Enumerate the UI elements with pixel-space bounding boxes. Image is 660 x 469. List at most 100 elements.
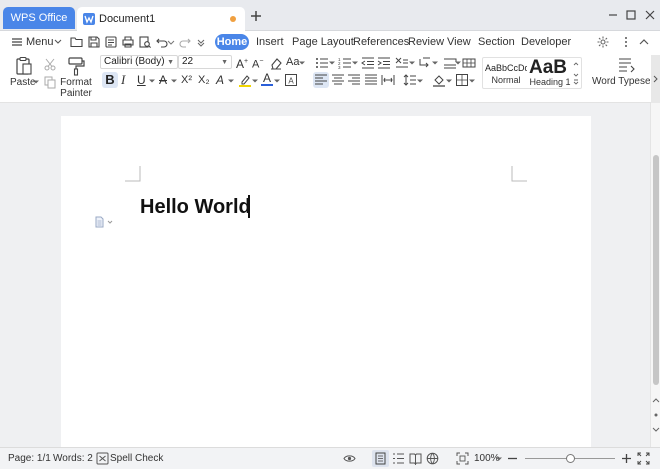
underline-button[interactable]: U (137, 73, 146, 87)
chevron-down-icon[interactable] (417, 78, 423, 84)
paste-clipboard-icon[interactable] (14, 56, 34, 76)
page-count[interactable]: Page: 1/1 (8, 453, 51, 465)
spell-check-icon[interactable] (96, 452, 109, 465)
zoom-slider[interactable] (525, 454, 615, 463)
document-page[interactable]: Hello World (61, 116, 591, 447)
select-browse-object-icon[interactable] (652, 411, 660, 419)
shading-bucket-icon[interactable] (432, 73, 446, 87)
minimize-icon[interactable] (606, 8, 620, 22)
close-icon[interactable] (643, 8, 657, 22)
maximize-icon[interactable] (624, 8, 638, 22)
chevron-down-icon[interactable] (446, 78, 452, 84)
decrease-indent-icon[interactable] (361, 56, 375, 70)
tab-home[interactable]: Home (215, 34, 249, 50)
bold-button[interactable]: B (102, 72, 118, 88)
align-left-button[interactable] (313, 72, 329, 88)
clear-formatting-eraser-icon[interactable] (269, 56, 283, 70)
chevron-down-icon[interactable] (228, 78, 234, 84)
distributed-align-icon[interactable] (381, 73, 395, 87)
chevron-down-icon[interactable] (329, 60, 335, 66)
collapse-ribbon-icon[interactable] (637, 35, 651, 49)
font-size-select[interactable]: 22 ▼ (178, 55, 232, 69)
tab-page-layout[interactable]: Page Layout (292, 35, 354, 49)
paste-dropdown-icon[interactable] (33, 79, 39, 85)
word-count[interactable]: Words: 2 (53, 453, 93, 465)
fit-page-icon[interactable] (456, 452, 469, 465)
decrease-font-size-button[interactable]: A− (252, 55, 263, 72)
align-center-icon[interactable] (331, 73, 345, 87)
zoom-out-minus-icon[interactable] (506, 452, 519, 465)
chevron-down-icon[interactable] (149, 78, 155, 84)
chevron-down-icon[interactable] (299, 60, 305, 66)
export-pdf-icon[interactable] (104, 35, 118, 49)
word-typesetting-button[interactable]: Word Typesetting (592, 76, 650, 88)
tab-view[interactable]: View (447, 35, 471, 49)
tab-section[interactable]: Section (478, 35, 515, 49)
paste-button[interactable]: Paste (10, 77, 36, 88)
table-tools-icon[interactable] (462, 56, 476, 70)
numbered-list-icon[interactable]: 123 (338, 56, 352, 70)
chinese-layout-icon[interactable] (395, 56, 409, 70)
change-case-button[interactable]: Aa (286, 55, 299, 69)
superscript-button[interactable]: X² (181, 73, 192, 87)
text-effect-button[interactable]: A (216, 73, 224, 87)
italic-button[interactable]: I (121, 73, 125, 87)
wps-office-tab[interactable]: WPS Office (3, 7, 75, 29)
open-folder-icon[interactable] (70, 35, 84, 49)
tab-developer[interactable]: Developer (521, 35, 571, 49)
scrollbar-thumb[interactable] (653, 155, 659, 385)
chevron-down-icon[interactable] (171, 78, 177, 84)
font-color-button[interactable]: A (263, 71, 271, 85)
chevron-down-icon[interactable] (51, 35, 65, 49)
previous-page-icon[interactable] (652, 397, 660, 405)
reading-view-icon[interactable] (409, 452, 422, 465)
chevron-down-icon[interactable] (432, 60, 438, 66)
strikethrough-button[interactable]: A (159, 73, 167, 87)
character-border-icon[interactable]: A (284, 73, 298, 87)
tab-references[interactable]: References (353, 35, 409, 49)
chevron-down-icon[interactable] (274, 78, 280, 84)
more-options-icon[interactable] (619, 35, 633, 49)
eye-protection-icon[interactable] (343, 452, 356, 465)
new-tab-plus-icon[interactable] (249, 9, 263, 23)
redo-icon[interactable] (178, 35, 192, 49)
tab-review[interactable]: Review (408, 35, 444, 49)
text-direction-icon[interactable] (418, 56, 432, 70)
chevron-down-icon[interactable] (252, 78, 258, 84)
outline-view-icon[interactable] (392, 452, 405, 465)
zoom-slider-thumb[interactable] (565, 454, 575, 463)
chevron-down-icon[interactable] (409, 60, 415, 66)
format-painter-icon[interactable] (66, 56, 86, 76)
highlight-pen-icon[interactable] (238, 73, 252, 87)
format-painter-label-2[interactable]: Painter (60, 88, 92, 99)
font-name-select[interactable]: Calibri (Body) ▼ (100, 55, 178, 69)
styles-scroll-arrows-icon[interactable] (572, 59, 580, 87)
line-spacing-icon[interactable] (403, 73, 417, 87)
bullet-list-icon[interactable] (315, 56, 329, 70)
word-typesetting-icon[interactable] (617, 56, 637, 74)
borders-icon[interactable] (455, 73, 469, 87)
print-preview-icon[interactable] (138, 35, 152, 49)
hamburger-menu-icon[interactable] (10, 35, 24, 49)
customize-toolbar-icon[interactable] (194, 35, 208, 49)
settings-gear-icon[interactable] (596, 35, 610, 49)
increase-font-size-button[interactable]: A+ (236, 55, 248, 71)
paragraph-handle-icon[interactable] (95, 216, 113, 228)
spell-check-button[interactable]: Spell Check (110, 453, 163, 465)
copy-icon[interactable] (43, 75, 57, 89)
cut-scissors-icon[interactable] (43, 57, 57, 71)
menu-button[interactable]: Menu (26, 35, 54, 49)
chevron-down-icon[interactable] (455, 60, 461, 66)
ribbon-scroll-right[interactable] (651, 55, 660, 103)
subscript-button[interactable]: X₂ (198, 73, 210, 87)
format-painter-label-1[interactable]: Format (60, 77, 92, 88)
undo-dropdown-icon[interactable] (167, 35, 175, 49)
tab-insert[interactable]: Insert (256, 35, 284, 49)
justify-icon[interactable] (364, 73, 378, 87)
style-heading-1[interactable]: AaB Heading 1 (529, 59, 571, 87)
vertical-scrollbar[interactable] (650, 103, 660, 447)
document-area[interactable]: Hello World (0, 103, 650, 447)
page-view-button[interactable] (372, 450, 389, 467)
zoom-in-plus-icon[interactable] (620, 452, 633, 465)
increase-indent-icon[interactable] (377, 56, 391, 70)
